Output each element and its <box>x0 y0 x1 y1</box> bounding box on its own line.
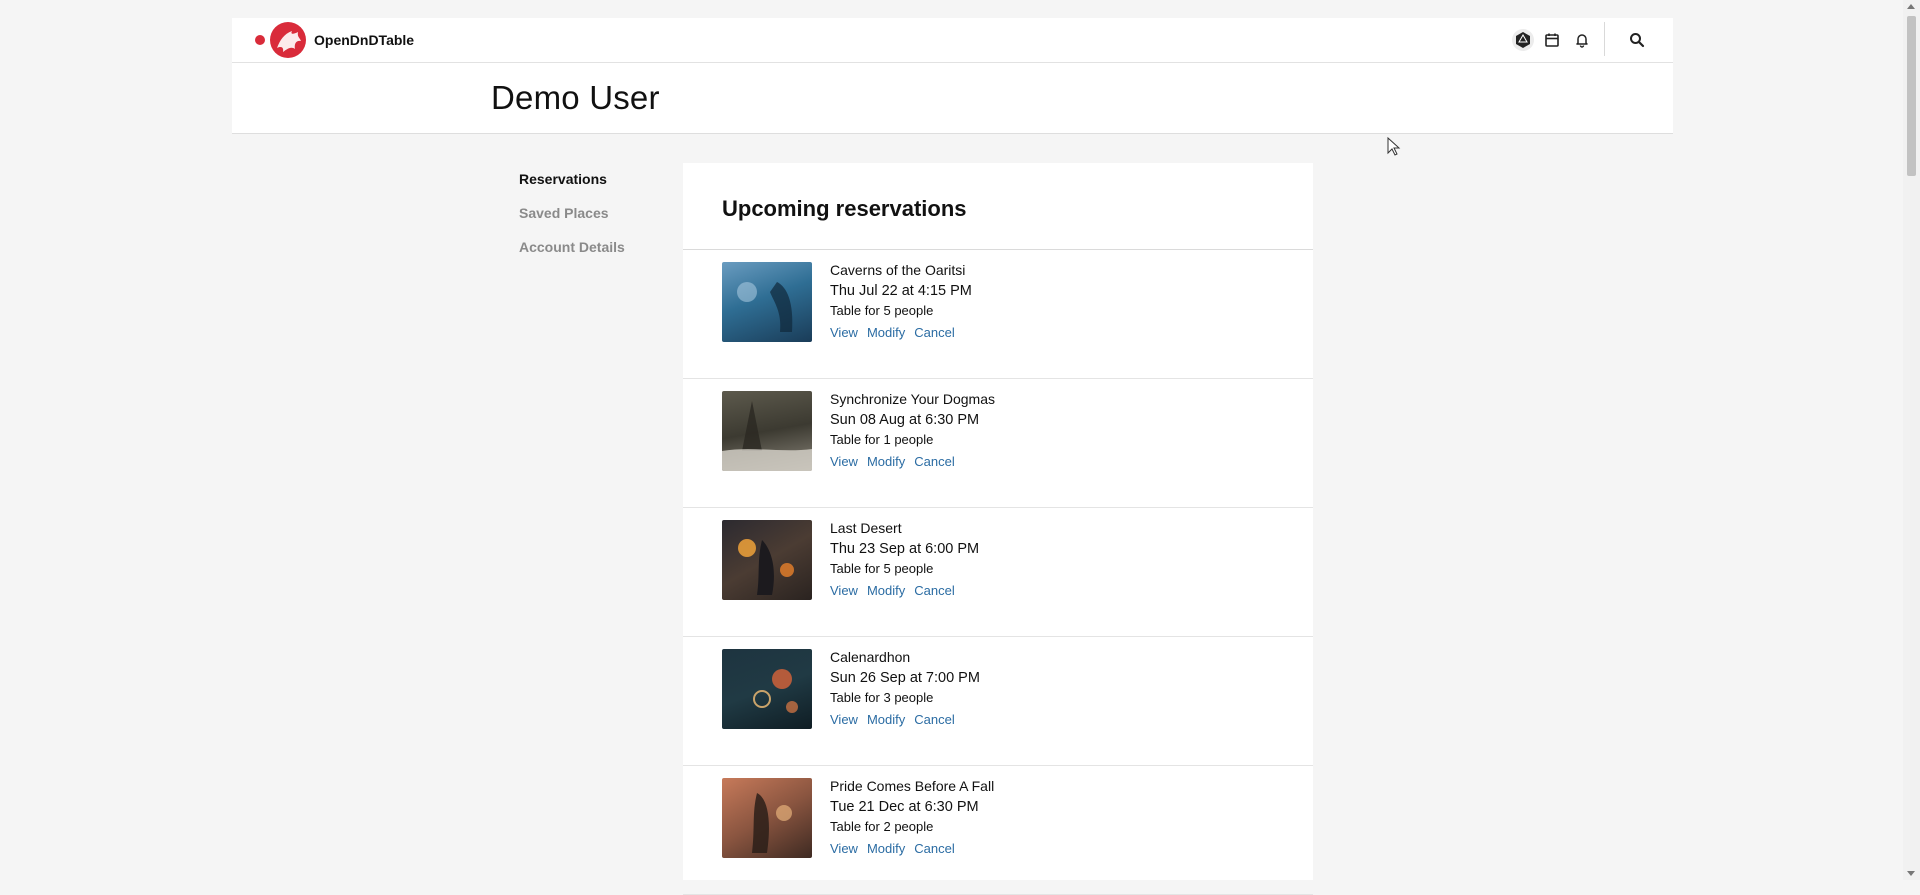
reservation-actions: View Modify Cancel <box>830 454 964 469</box>
reservation-party-size: Table for 3 people <box>830 690 934 705</box>
reservation-name[interactable]: Calenardhon <box>830 649 910 665</box>
reservation-date: Sun 26 Sep at 7:00 PM <box>830 670 980 686</box>
modify-link[interactable]: Modify <box>867 841 905 856</box>
modify-link[interactable]: Modify <box>867 454 905 469</box>
header-divider <box>1604 22 1605 56</box>
cancel-link[interactable]: Cancel <box>914 454 954 469</box>
brand-logo[interactable] <box>270 22 306 58</box>
reservation-name[interactable]: Pride Comes Before A Fall <box>830 778 994 794</box>
reservation-actions: View Modify Cancel <box>830 841 964 856</box>
reservation-item: Synchronize Your Dogmas Sun 08 Aug at 6:… <box>683 379 1313 508</box>
view-link[interactable]: View <box>830 841 858 856</box>
reservation-date: Sun 08 Aug at 6:30 PM <box>830 412 980 428</box>
reservation-party-size: Table for 5 people <box>830 561 934 576</box>
reservation-item: Last Desert Thu 23 Sep at 6:00 PM Table … <box>683 508 1313 637</box>
reservation-item: Calenardhon Sun 26 Sep at 7:00 PM Table … <box>683 637 1313 766</box>
section-title: Upcoming reservations <box>722 196 967 221</box>
reservation-date: Tue 21 Dec at 6:30 PM <box>830 799 979 815</box>
sidebar-item-reservations[interactable]: Reservations <box>519 171 607 187</box>
reservation-actions: View Modify Cancel <box>830 325 964 340</box>
modify-link[interactable]: Modify <box>867 325 905 340</box>
reservation-thumbnail[interactable] <box>722 262 812 342</box>
panel-header: Upcoming reservations <box>683 163 1313 250</box>
page-scrollbar[interactable] <box>1903 0 1920 880</box>
view-link[interactable]: View <box>830 583 858 598</box>
cancel-link[interactable]: Cancel <box>914 583 954 598</box>
bell-icon[interactable] <box>1570 28 1594 52</box>
reservation-actions: View Modify Cancel <box>830 583 964 598</box>
reservation-thumbnail[interactable] <box>722 778 812 858</box>
mouse-cursor-icon <box>1387 136 1401 162</box>
top-nav-bar: OpenDnDTable <box>232 18 1673 63</box>
sidebar-item-saved-places[interactable]: Saved Places <box>519 205 609 221</box>
reservation-date: Thu Jul 22 at 4:15 PM <box>830 283 972 299</box>
reservation-item: Caverns of the Oaritsi Thu Jul 22 at 4:1… <box>683 250 1313 379</box>
reservation-name[interactable]: Last Desert <box>830 520 902 536</box>
modify-link[interactable]: Modify <box>867 712 905 727</box>
cancel-link[interactable]: Cancel <box>914 841 954 856</box>
status-dot <box>255 35 265 45</box>
sidebar-item-account-details[interactable]: Account Details <box>519 239 625 255</box>
reservation-name[interactable]: Synchronize Your Dogmas <box>830 391 995 407</box>
d20-icon[interactable] <box>1511 28 1535 52</box>
cancel-link[interactable]: Cancel <box>914 325 954 340</box>
reservation-thumbnail[interactable] <box>722 391 812 471</box>
reservations-panel: Upcoming reservations Caverns of the Oar… <box>683 163 1313 895</box>
scroll-up-icon[interactable] <box>1907 4 1915 9</box>
profile-header: Demo User <box>232 63 1673 134</box>
cancel-link[interactable]: Cancel <box>914 712 954 727</box>
calendar-icon[interactable] <box>1540 28 1564 52</box>
scroll-thumb[interactable] <box>1907 16 1916 176</box>
view-link[interactable]: View <box>830 454 858 469</box>
reservation-date: Thu 23 Sep at 6:00 PM <box>830 541 980 557</box>
reservation-party-size: Table for 1 people <box>830 432 934 447</box>
page-title: Demo User <box>491 79 660 116</box>
search-icon[interactable] <box>1625 28 1649 52</box>
reservation-thumbnail[interactable] <box>722 520 812 600</box>
scroll-down-icon[interactable] <box>1907 871 1915 876</box>
brand-name[interactable]: OpenDnDTable <box>314 32 414 48</box>
reservation-party-size: Table for 5 people <box>830 303 934 318</box>
reservation-item: Pride Comes Before A Fall Tue 21 Dec at … <box>683 766 1313 895</box>
view-link[interactable]: View <box>830 712 858 727</box>
reservation-thumbnail[interactable] <box>722 649 812 729</box>
reservation-party-size: Table for 2 people <box>830 819 934 834</box>
reservation-actions: View Modify Cancel <box>830 712 964 727</box>
reservation-name[interactable]: Caverns of the Oaritsi <box>830 262 965 278</box>
view-link[interactable]: View <box>830 325 858 340</box>
modify-link[interactable]: Modify <box>867 583 905 598</box>
